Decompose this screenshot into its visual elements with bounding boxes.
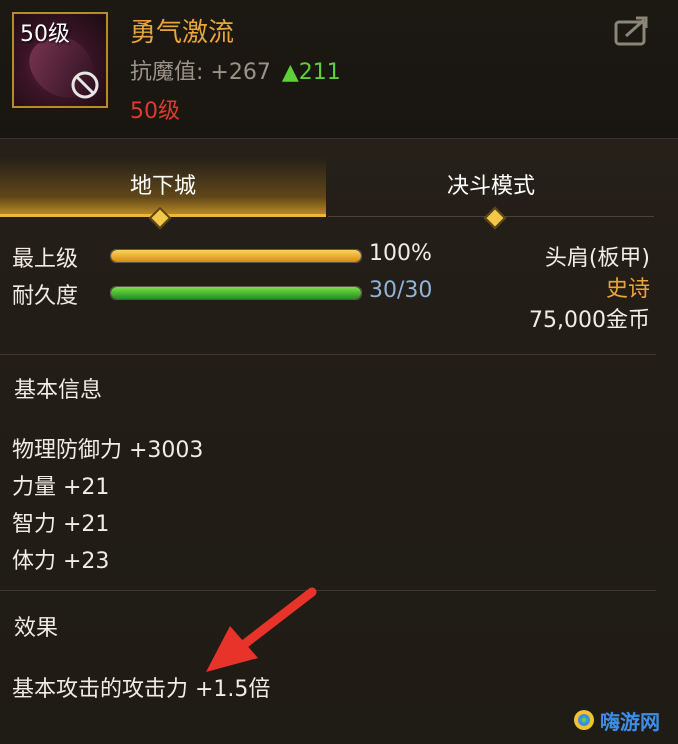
watermark-logo-icon <box>574 710 594 730</box>
watermark-text: 嗨游网 <box>600 710 660 734</box>
arrow-annotation <box>206 587 317 672</box>
item-tooltip-panel: 50级 勇气激流 抗魔值: +267 ▲211 50级 地下城 决斗模式 最上级… <box>0 0 678 744</box>
